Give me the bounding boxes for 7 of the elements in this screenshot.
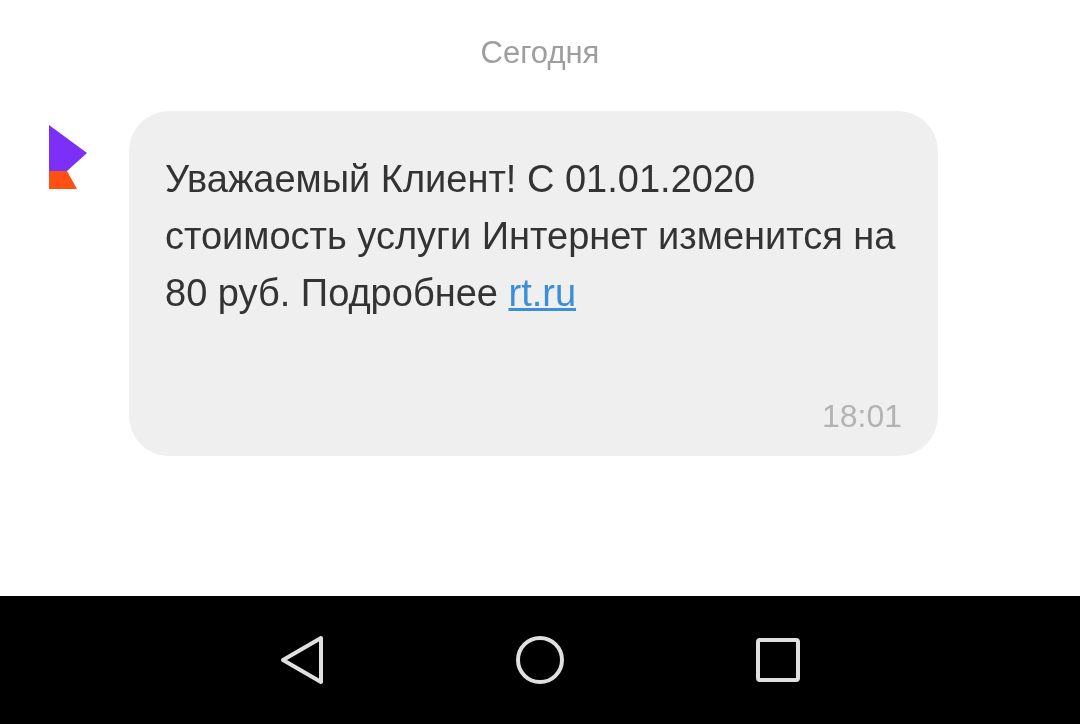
date-label: Сегодня [480,34,600,72]
message-time: 18:01 [821,396,902,436]
message-text: Уважаемый Клиент! С 01.01.2020 стоимость услуги Интернет изменится на 80 руб. Подробнее rt.ru [165,156,897,316]
link[interactable]: rt.ru [508,271,577,314]
home-icon[interactable] [515,635,565,685]
back-icon[interactable] [279,635,325,685]
recent-apps-icon[interactable] [755,637,801,683]
